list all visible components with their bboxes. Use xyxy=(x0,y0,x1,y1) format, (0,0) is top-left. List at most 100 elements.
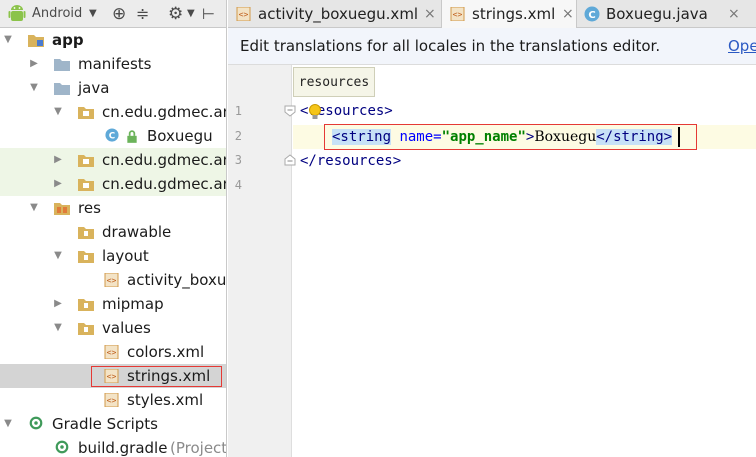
gradle-icon xyxy=(29,416,43,430)
tree-item-label: colors.xml xyxy=(127,343,205,361)
line-number: 3 xyxy=(234,153,242,167)
code-token: </resources> xyxy=(300,153,402,169)
svg-text:C: C xyxy=(109,132,115,142)
tree-item-package[interactable]: ▼ cn.edu.gdmec.an xyxy=(0,100,227,124)
expand-arrow-icon[interactable]: ▼ xyxy=(52,316,64,340)
tree-item-manifests[interactable]: ▶ manifests xyxy=(0,52,226,76)
crosshair-icon[interactable]: ⊕ xyxy=(112,0,126,28)
res-folder-icon xyxy=(54,203,70,215)
tree-item-colors-xml[interactable]: <> colors.xml xyxy=(0,340,226,364)
editor-tabs: <> activity_boxuegu.xml × <> strings.xml… xyxy=(228,0,756,28)
tree-item-label: values xyxy=(102,319,151,337)
strings-xml-highlight-box xyxy=(91,366,222,387)
tree-item-res[interactable]: ▼ res xyxy=(0,196,226,220)
expand-arrow-icon[interactable]: ▶ xyxy=(28,52,40,76)
line-number: 2 xyxy=(234,129,242,143)
tree-item-label: Boxuegu xyxy=(147,127,213,145)
expand-arrow-icon[interactable]: ▼ xyxy=(2,28,14,52)
tree-item-values[interactable]: ▼ values xyxy=(0,316,226,340)
tree-item-boxuegu-class[interactable]: C Boxuegu xyxy=(0,124,226,148)
tree-item-label: java xyxy=(78,79,110,97)
tree-item-layout[interactable]: ▼ layout xyxy=(0,244,226,268)
gear-chevron-icon[interactable]: ▼ xyxy=(187,0,195,28)
expand-arrow-icon[interactable]: ▼ xyxy=(28,196,40,220)
android-icon xyxy=(8,0,26,28)
close-icon[interactable]: × xyxy=(728,0,740,28)
package-icon xyxy=(78,155,94,167)
line-number: 1 xyxy=(234,104,242,118)
open-editor-link[interactable]: Ope xyxy=(728,28,756,65)
tree-item-mipmap[interactable]: ▶ mipmap xyxy=(0,292,226,316)
tag-breadcrumb-popup[interactable]: resources xyxy=(293,67,375,97)
folder-icon xyxy=(54,59,70,71)
tree-item-label: manifests xyxy=(78,55,152,73)
view-selector[interactable]: Android xyxy=(32,0,82,28)
fold-open-icon[interactable] xyxy=(284,105,296,117)
expand-arrow-icon[interactable]: ▼ xyxy=(28,76,40,100)
tree-item-package[interactable]: ▶ cn.edu.gdmec.an xyxy=(0,172,226,196)
close-icon[interactable]: × xyxy=(424,0,436,28)
tree-item-label: Gradle Scripts xyxy=(52,415,158,433)
package-icon xyxy=(78,107,94,119)
tab-strings-xml[interactable]: <> strings.xml × xyxy=(441,0,577,28)
svg-text:<>: <> xyxy=(107,348,117,357)
tab-boxuegu-java[interactable]: C Boxuegu.java × xyxy=(578,0,756,28)
tree-item-drawable[interactable]: drawable xyxy=(0,220,226,244)
expand-arrow-icon[interactable]: ▶ xyxy=(52,148,64,172)
expand-arrow-icon[interactable]: ▼ xyxy=(52,100,64,124)
expand-arrow-icon[interactable]: ▼ xyxy=(2,412,14,436)
project-panel-toolbar: Android ▼ ⊕ ≑ ⚙ ▼ ⊢ xyxy=(0,0,226,28)
tree-item-label: cn.edu.gdmec.an xyxy=(102,151,227,169)
class-icon: C xyxy=(105,128,119,142)
expand-arrow-icon[interactable]: ▼ xyxy=(52,244,64,268)
tree-item-styles-xml[interactable]: <> styles.xml xyxy=(0,388,226,412)
folder-icon xyxy=(78,227,94,239)
svg-text:<>: <> xyxy=(107,396,117,405)
lock-icon xyxy=(127,130,137,143)
expand-arrow-icon[interactable]: ▶ xyxy=(52,292,64,316)
project-panel: Android ▼ ⊕ ≑ ⚙ ▼ ⊢ ▼ app ▶ manifests ▼ … xyxy=(0,0,227,457)
banner-text: Edit translations for all locales in the… xyxy=(240,37,661,55)
module-folder-icon xyxy=(28,35,44,47)
tree-item-app[interactable]: ▼ app xyxy=(0,28,226,52)
collapse-icon[interactable]: ≑ xyxy=(136,0,149,28)
hide-panel-icon[interactable]: ⊢ xyxy=(202,0,215,28)
tree-item-label: styles.xml xyxy=(127,391,204,409)
tab-label: Boxuegu.java xyxy=(606,5,708,23)
tree-item-suffix: (Project xyxy=(170,439,227,457)
tree-item-label: cn.edu.gdmec.an xyxy=(102,103,227,121)
tree-item-gradle-scripts[interactable]: ▼ Gradle Scripts xyxy=(0,412,226,436)
tree-item-java[interactable]: ▼ java xyxy=(0,76,226,100)
chevron-down-icon[interactable]: ▼ xyxy=(89,0,97,28)
gradle-file-icon xyxy=(55,440,69,454)
svg-text:<>: <> xyxy=(239,10,249,19)
fold-close-icon[interactable] xyxy=(284,154,296,166)
tree-item-package[interactable]: ▶ cn.edu.gdmec.an xyxy=(0,148,227,172)
editor-gutter: 1 2 3 4 xyxy=(228,65,296,457)
tree-item-label: app xyxy=(52,31,84,49)
folder-icon xyxy=(78,323,94,335)
tab-activity-boxuegu-xml[interactable]: <> activity_boxuegu.xml × xyxy=(228,0,441,28)
project-tree: ▼ app ▶ manifests ▼ java ▼ cn.edu.gdmec.… xyxy=(0,28,227,457)
xml-file-icon: <> xyxy=(236,7,251,21)
svg-text:<>: <> xyxy=(107,276,117,285)
line-number: 4 xyxy=(234,178,242,192)
close-icon[interactable]: × xyxy=(562,0,574,28)
tree-item-label: res xyxy=(78,199,101,217)
xml-file-icon: <> xyxy=(104,393,119,407)
code-line-3[interactable]: </resources> xyxy=(300,149,401,173)
xml-file-icon: <> xyxy=(104,273,119,287)
lightbulb-icon[interactable] xyxy=(308,104,322,122)
code-token: > xyxy=(384,103,393,119)
class-icon: C xyxy=(584,6,600,22)
svg-text:C: C xyxy=(588,10,595,21)
folder-icon xyxy=(78,251,94,263)
text-cursor xyxy=(678,127,680,147)
package-icon xyxy=(78,179,94,191)
gear-icon[interactable]: ⚙ xyxy=(168,0,183,28)
tree-item-build-gradle[interactable]: build.gradle (Project xyxy=(0,436,227,457)
tree-item-activity-xml[interactable]: <> activity_boxue xyxy=(0,268,226,292)
code-editor[interactable]: 1 2 3 4 resources <resources> <string na… xyxy=(228,65,756,457)
expand-arrow-icon[interactable]: ▶ xyxy=(52,172,64,196)
folder-icon xyxy=(78,299,94,311)
